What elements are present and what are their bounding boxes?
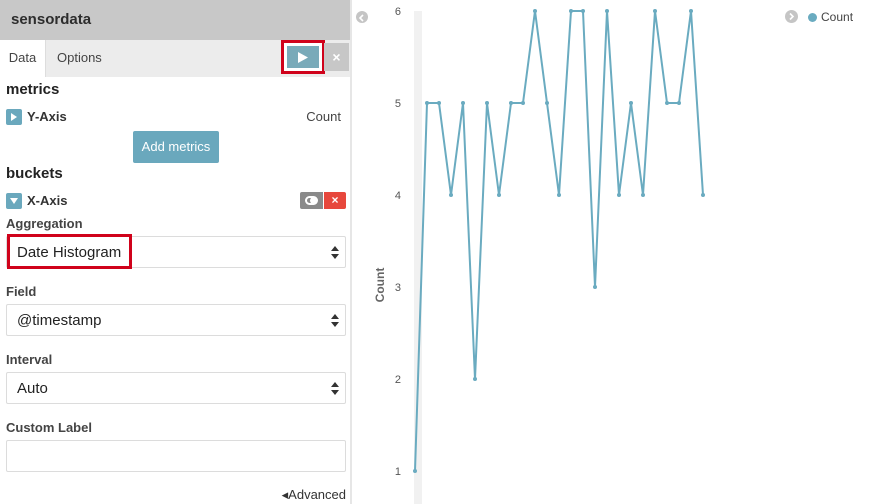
legend-item-count[interactable]: Count bbox=[821, 10, 853, 24]
data-point[interactable] bbox=[605, 9, 609, 13]
editor-sidebar: sensordata Data Options × metrics Y-Axis… bbox=[0, 0, 350, 504]
x-axis-label[interactable]: X-Axis bbox=[27, 193, 67, 208]
tab-data[interactable]: Data bbox=[0, 40, 46, 77]
add-metrics-button[interactable]: Add metrics bbox=[133, 131, 219, 163]
data-point[interactable] bbox=[617, 193, 621, 197]
y-axis-ticks: 1 2 3 4 5 6 bbox=[395, 6, 401, 478]
apply-changes-button[interactable] bbox=[281, 40, 325, 74]
metrics-section-title: metrics bbox=[6, 81, 60, 98]
data-point[interactable] bbox=[533, 9, 537, 13]
interval-value: Auto bbox=[17, 380, 48, 397]
data-point[interactable] bbox=[449, 193, 453, 197]
data-point[interactable] bbox=[437, 101, 441, 105]
custom-label-label: Custom Label bbox=[6, 420, 92, 435]
count-series bbox=[413, 9, 705, 473]
chevron-down-icon bbox=[10, 198, 18, 204]
aggregation-label: Aggregation bbox=[6, 216, 83, 231]
field-value: @timestamp bbox=[17, 312, 102, 329]
select-arrows-icon bbox=[331, 382, 339, 395]
chart-left-band bbox=[414, 11, 422, 504]
interval-select[interactable]: Auto bbox=[6, 372, 346, 404]
data-point[interactable] bbox=[497, 193, 501, 197]
legend-toggle-icon[interactable] bbox=[785, 10, 798, 23]
y-tick-label: 1 bbox=[395, 466, 401, 478]
y-tick-label: 3 bbox=[395, 282, 401, 294]
data-point[interactable] bbox=[581, 9, 585, 13]
line-chart: 1 2 3 4 5 6 Count bbox=[373, 6, 705, 504]
y-tick-label: 4 bbox=[395, 190, 401, 202]
toggle-icon bbox=[305, 196, 318, 205]
data-point[interactable] bbox=[473, 377, 477, 381]
select-arrows-icon bbox=[331, 314, 339, 327]
x-axis-remove-button[interactable]: × bbox=[324, 192, 346, 209]
buckets-section-title: buckets bbox=[6, 165, 63, 182]
y-tick-label: 2 bbox=[395, 374, 401, 386]
data-point[interactable] bbox=[689, 9, 693, 13]
custom-label-input[interactable] bbox=[6, 440, 346, 472]
x-axis-collapse-toggle[interactable] bbox=[6, 193, 22, 209]
series-line bbox=[414, 10, 704, 472]
advanced-toggle-link[interactable]: ◂Advanced bbox=[282, 487, 346, 503]
data-point[interactable] bbox=[629, 101, 633, 105]
play-icon bbox=[298, 52, 308, 63]
index-pattern-title: sensordata bbox=[11, 11, 92, 28]
sidebar-title-bar: sensordata bbox=[0, 0, 350, 40]
data-point[interactable] bbox=[521, 101, 525, 105]
data-point[interactable] bbox=[413, 469, 417, 473]
data-point[interactable] bbox=[677, 101, 681, 105]
data-point[interactable] bbox=[701, 193, 705, 197]
data-point[interactable] bbox=[461, 101, 465, 105]
discard-changes-button[interactable]: × bbox=[324, 43, 349, 71]
aggregation-highlight-box bbox=[7, 234, 132, 269]
data-point[interactable] bbox=[485, 101, 489, 105]
data-point[interactable] bbox=[569, 9, 573, 13]
y-axis-title: Count bbox=[373, 268, 387, 303]
y-tick-label: 5 bbox=[395, 98, 401, 110]
tab-options[interactable]: Options bbox=[57, 40, 102, 77]
data-point[interactable] bbox=[425, 101, 429, 105]
data-point[interactable] bbox=[641, 193, 645, 197]
data-point[interactable] bbox=[509, 101, 513, 105]
data-point[interactable] bbox=[665, 101, 669, 105]
select-arrows-icon bbox=[331, 246, 339, 259]
data-point[interactable] bbox=[653, 9, 657, 13]
x-axis-enable-toggle[interactable] bbox=[300, 192, 323, 209]
y-axis-label[interactable]: Y-Axis bbox=[27, 109, 67, 124]
field-select[interactable]: @timestamp bbox=[6, 304, 346, 336]
chart-legend: Count bbox=[785, 9, 860, 25]
chevron-right-icon bbox=[11, 113, 17, 121]
field-label: Field bbox=[6, 284, 37, 299]
data-point[interactable] bbox=[545, 101, 549, 105]
interval-label: Interval bbox=[6, 352, 53, 367]
legend-color-dot[interactable] bbox=[808, 13, 817, 22]
y-axis-expand-toggle[interactable] bbox=[6, 109, 22, 125]
data-point[interactable] bbox=[593, 285, 597, 289]
y-axis-aggregation-value: Count bbox=[306, 109, 341, 124]
y-tick-label: 6 bbox=[395, 6, 401, 18]
x-axis-controls: × bbox=[300, 192, 346, 209]
data-point[interactable] bbox=[557, 193, 561, 197]
